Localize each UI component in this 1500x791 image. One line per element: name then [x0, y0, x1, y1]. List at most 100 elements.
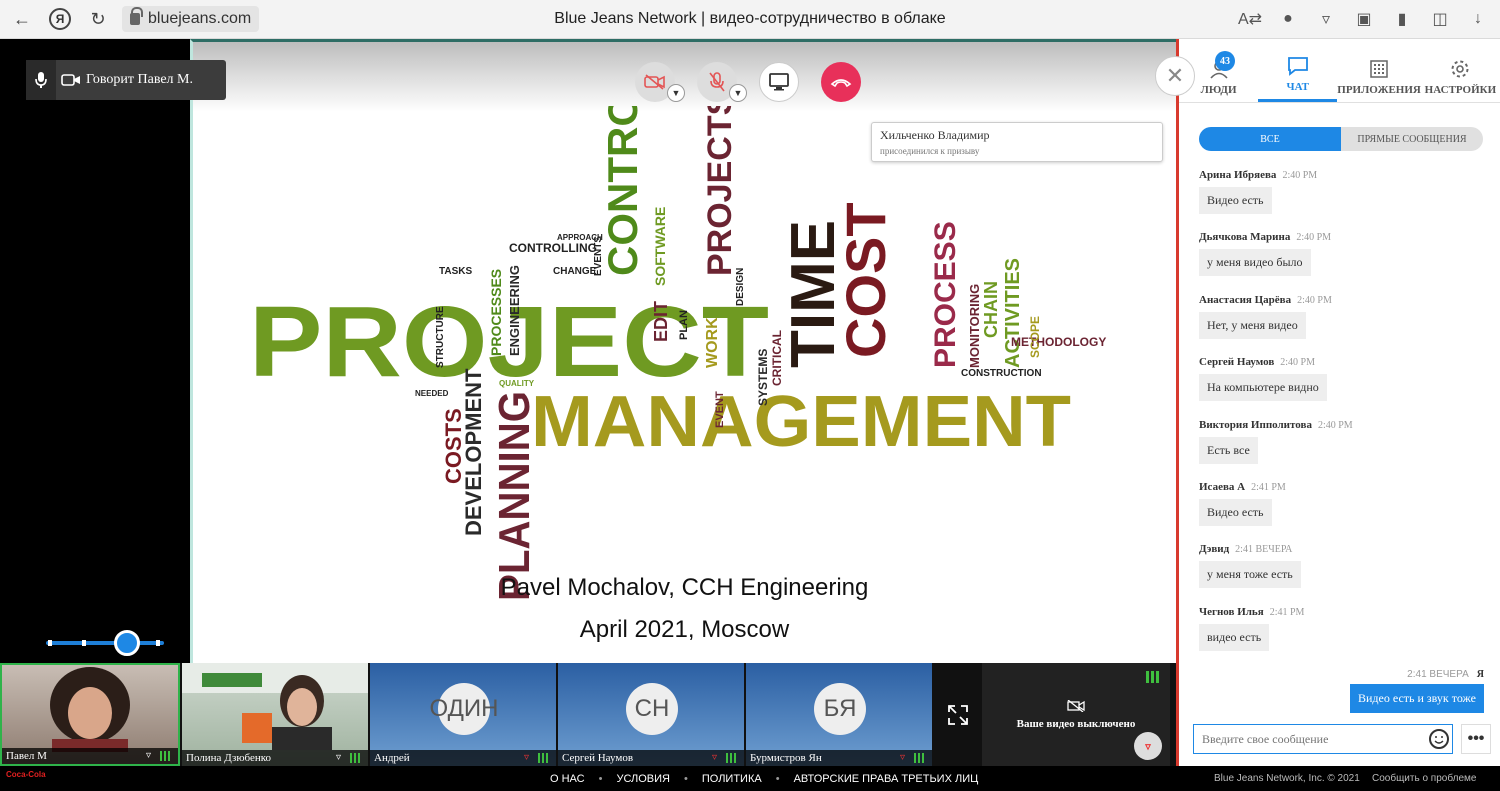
more-options-button[interactable]: •••: [1461, 724, 1491, 754]
word-management: MANAGEMENT: [531, 382, 1071, 462]
speaker-label: Говорит Павел М.: [86, 72, 193, 87]
word-software: SOFTWARE: [652, 207, 668, 286]
own-message: 2:41 ВЕЧЕРА Я Видео есть и звук тоже: [1349, 669, 1484, 713]
reload-icon[interactable]: ↻: [82, 3, 114, 35]
separator: •: [684, 772, 688, 785]
tab-settings[interactable]: НАСТРОЙКИ: [1421, 39, 1500, 102]
message-time: 2:40 PM: [1317, 419, 1353, 431]
footer-link-copyright[interactable]: АВТОРСКИЕ ПРАВА ТРЕТЬИХ ЛИЦ: [794, 773, 979, 785]
filter-all-button[interactable]: ВСЕ: [1199, 127, 1341, 151]
tab-chat[interactable]: ЧАТ: [1258, 39, 1338, 102]
message-author: Анастасия Царёва: [1199, 293, 1292, 306]
participant-video: [50, 667, 130, 753]
word-structure: STRUCTURE: [435, 306, 446, 368]
footer-link-terms[interactable]: УСЛОВИЯ: [616, 773, 670, 785]
tab-label: ЛЮДИ: [1200, 84, 1237, 96]
word-systems: SYSTEMS: [756, 349, 770, 406]
chat-message: Анастасия Царёва 2:40 PM Нет, у меня виде…: [1199, 294, 1489, 356]
message-text: Есть все: [1199, 436, 1258, 464]
emoji-icon[interactable]: [1429, 729, 1449, 749]
mic-off-icon: ▿: [524, 752, 530, 763]
translate-icon[interactable]: A⇄: [1236, 4, 1264, 34]
word-needed: NEEDED: [415, 389, 449, 398]
mic-toggle-button[interactable]: ▼: [697, 62, 747, 102]
tab-label: ЧАТ: [1286, 81, 1309, 93]
word-quality: QUALITY: [499, 379, 535, 388]
word-projects: PROJECTS: [701, 106, 739, 276]
mic-icon[interactable]: ▿: [1312, 4, 1340, 34]
participant-tile[interactable]: Павел М ▿: [0, 663, 180, 766]
message-author: Виктория Ипполитова: [1199, 418, 1312, 431]
message-time: 2:40 PM: [1297, 294, 1332, 306]
word-chain: CHAIN: [981, 281, 1001, 338]
chat-message: Виктория Ипполитова 2:40 PM Есть все: [1199, 419, 1489, 481]
panel-tabs: 43 ЛЮДИ ЧАТ ПРИЛОЖЕНИЯ НАСТРОЙКИ: [1179, 39, 1500, 103]
expand-button[interactable]: [934, 663, 982, 766]
word-edit: EDIT: [651, 301, 671, 342]
message-time: 2:41 ВЕЧЕРА: [1407, 669, 1469, 680]
footer-link-policy[interactable]: ПОЛИТИКА: [702, 773, 762, 785]
participant-tile[interactable]: ОДИН Андрей ▿: [370, 663, 556, 766]
chat-input[interactable]: [1193, 724, 1453, 754]
message-time: 2:40 PM: [1296, 232, 1332, 244]
word-approach: APPROACH: [557, 233, 603, 242]
slider-tick: [48, 640, 52, 646]
filter-direct-button[interactable]: ПРЯМЫЕ СООБЩЕНИЯ: [1341, 127, 1483, 151]
video-off-icon: [644, 74, 665, 90]
message-text: На компьютере видно: [1199, 374, 1327, 402]
slider-knob[interactable]: [114, 630, 140, 656]
slider-tick: [82, 640, 86, 646]
people-count-badge: 43: [1215, 51, 1235, 71]
message-text: Видео есть: [1199, 187, 1272, 214]
word-methodology: METHODOLOGY: [1011, 335, 1106, 349]
chat-message: Исаева А 2:41 PM Видео есть: [1199, 481, 1489, 543]
page-footer: Coca-Cola О НАС • УСЛОВИЯ • ПОЛИТИКА • А…: [0, 766, 1500, 791]
camera-icon[interactable]: ●: [1274, 4, 1302, 34]
chevron-down-icon[interactable]: ▼: [729, 84, 747, 102]
collections-icon[interactable]: ◫: [1426, 4, 1454, 34]
message-author: Арина Ибряева: [1199, 169, 1277, 181]
url-text: bluejeans.com: [148, 10, 252, 27]
chat-message: Дьячкова Марина 2:40 PM у меня видео было: [1199, 231, 1489, 293]
participant-tile[interactable]: СН Сергей Наумов ▿: [558, 663, 744, 766]
participant-tile[interactable]: БЯ Бурмистров Ян ▿: [746, 663, 932, 766]
message-filter: ВСЕ ПРЯМЫЕ СООБЩЕНИЯ: [1199, 127, 1483, 151]
message-text: у меня видео было: [1199, 249, 1311, 277]
screen-share-button[interactable]: [759, 62, 799, 102]
participant-name-text: Сергей Наумов: [562, 752, 634, 764]
word-cloud: PROJECT MANAGEMENT TIME COST CONTROL PRO…: [249, 106, 1106, 601]
yandex-button[interactable]: Я: [44, 3, 76, 35]
message-author: Чегнов Илья: [1199, 605, 1264, 618]
bookmark-icon[interactable]: ▮: [1388, 4, 1416, 34]
extension-icon[interactable]: ▣: [1350, 4, 1378, 34]
download-icon[interactable]: ↓: [1464, 4, 1492, 34]
gear-icon: [1449, 58, 1471, 80]
close-panel-button[interactable]: ✕: [1155, 56, 1195, 96]
back-arrow-icon[interactable]: ←: [6, 3, 38, 35]
speaker-panel: [0, 39, 190, 663]
side-panel: 43 ЛЮДИ ЧАТ ПРИЛОЖЕНИЯ НАСТРОЙКИ ВСЕ ПРЯ…: [1176, 39, 1500, 766]
monitor-icon: [769, 73, 789, 91]
chat-message: Сергей Наумов 2:40 PM На компьютере видно: [1199, 356, 1489, 418]
hang-up-button[interactable]: [821, 62, 861, 102]
mic-off-icon: ▿: [900, 752, 906, 763]
video-toggle-button[interactable]: ▼: [635, 62, 685, 102]
copyright-text: Blue Jeans Network, Inc. © 2021: [1214, 773, 1360, 784]
word-design: DESIGN: [735, 268, 746, 306]
tab-apps[interactable]: ПРИЛОЖЕНИЯ: [1337, 39, 1421, 102]
signal-icon: [538, 753, 550, 763]
tab-label: НАСТРОЙКИ: [1424, 84, 1497, 96]
yandex-icon: Я: [49, 8, 71, 30]
phone-hangup-icon: [830, 79, 852, 88]
chevron-down-icon[interactable]: ▼: [667, 84, 685, 102]
address-bar[interactable]: bluejeans.com: [122, 6, 260, 32]
avatar: БЯ: [814, 683, 866, 735]
mic-off-icon: [709, 72, 725, 92]
video-off-icon: [1067, 699, 1085, 712]
footer-link-about[interactable]: О НАС: [550, 773, 585, 785]
volume-slider[interactable]: [46, 630, 164, 656]
self-mute-button[interactable]: ▿: [1134, 732, 1162, 760]
participant-tile[interactable]: Полина Дзюбенко ▿: [182, 663, 368, 766]
expand-icon: [948, 704, 968, 725]
report-problem-link[interactable]: Сообщить о проблеме: [1372, 773, 1476, 784]
